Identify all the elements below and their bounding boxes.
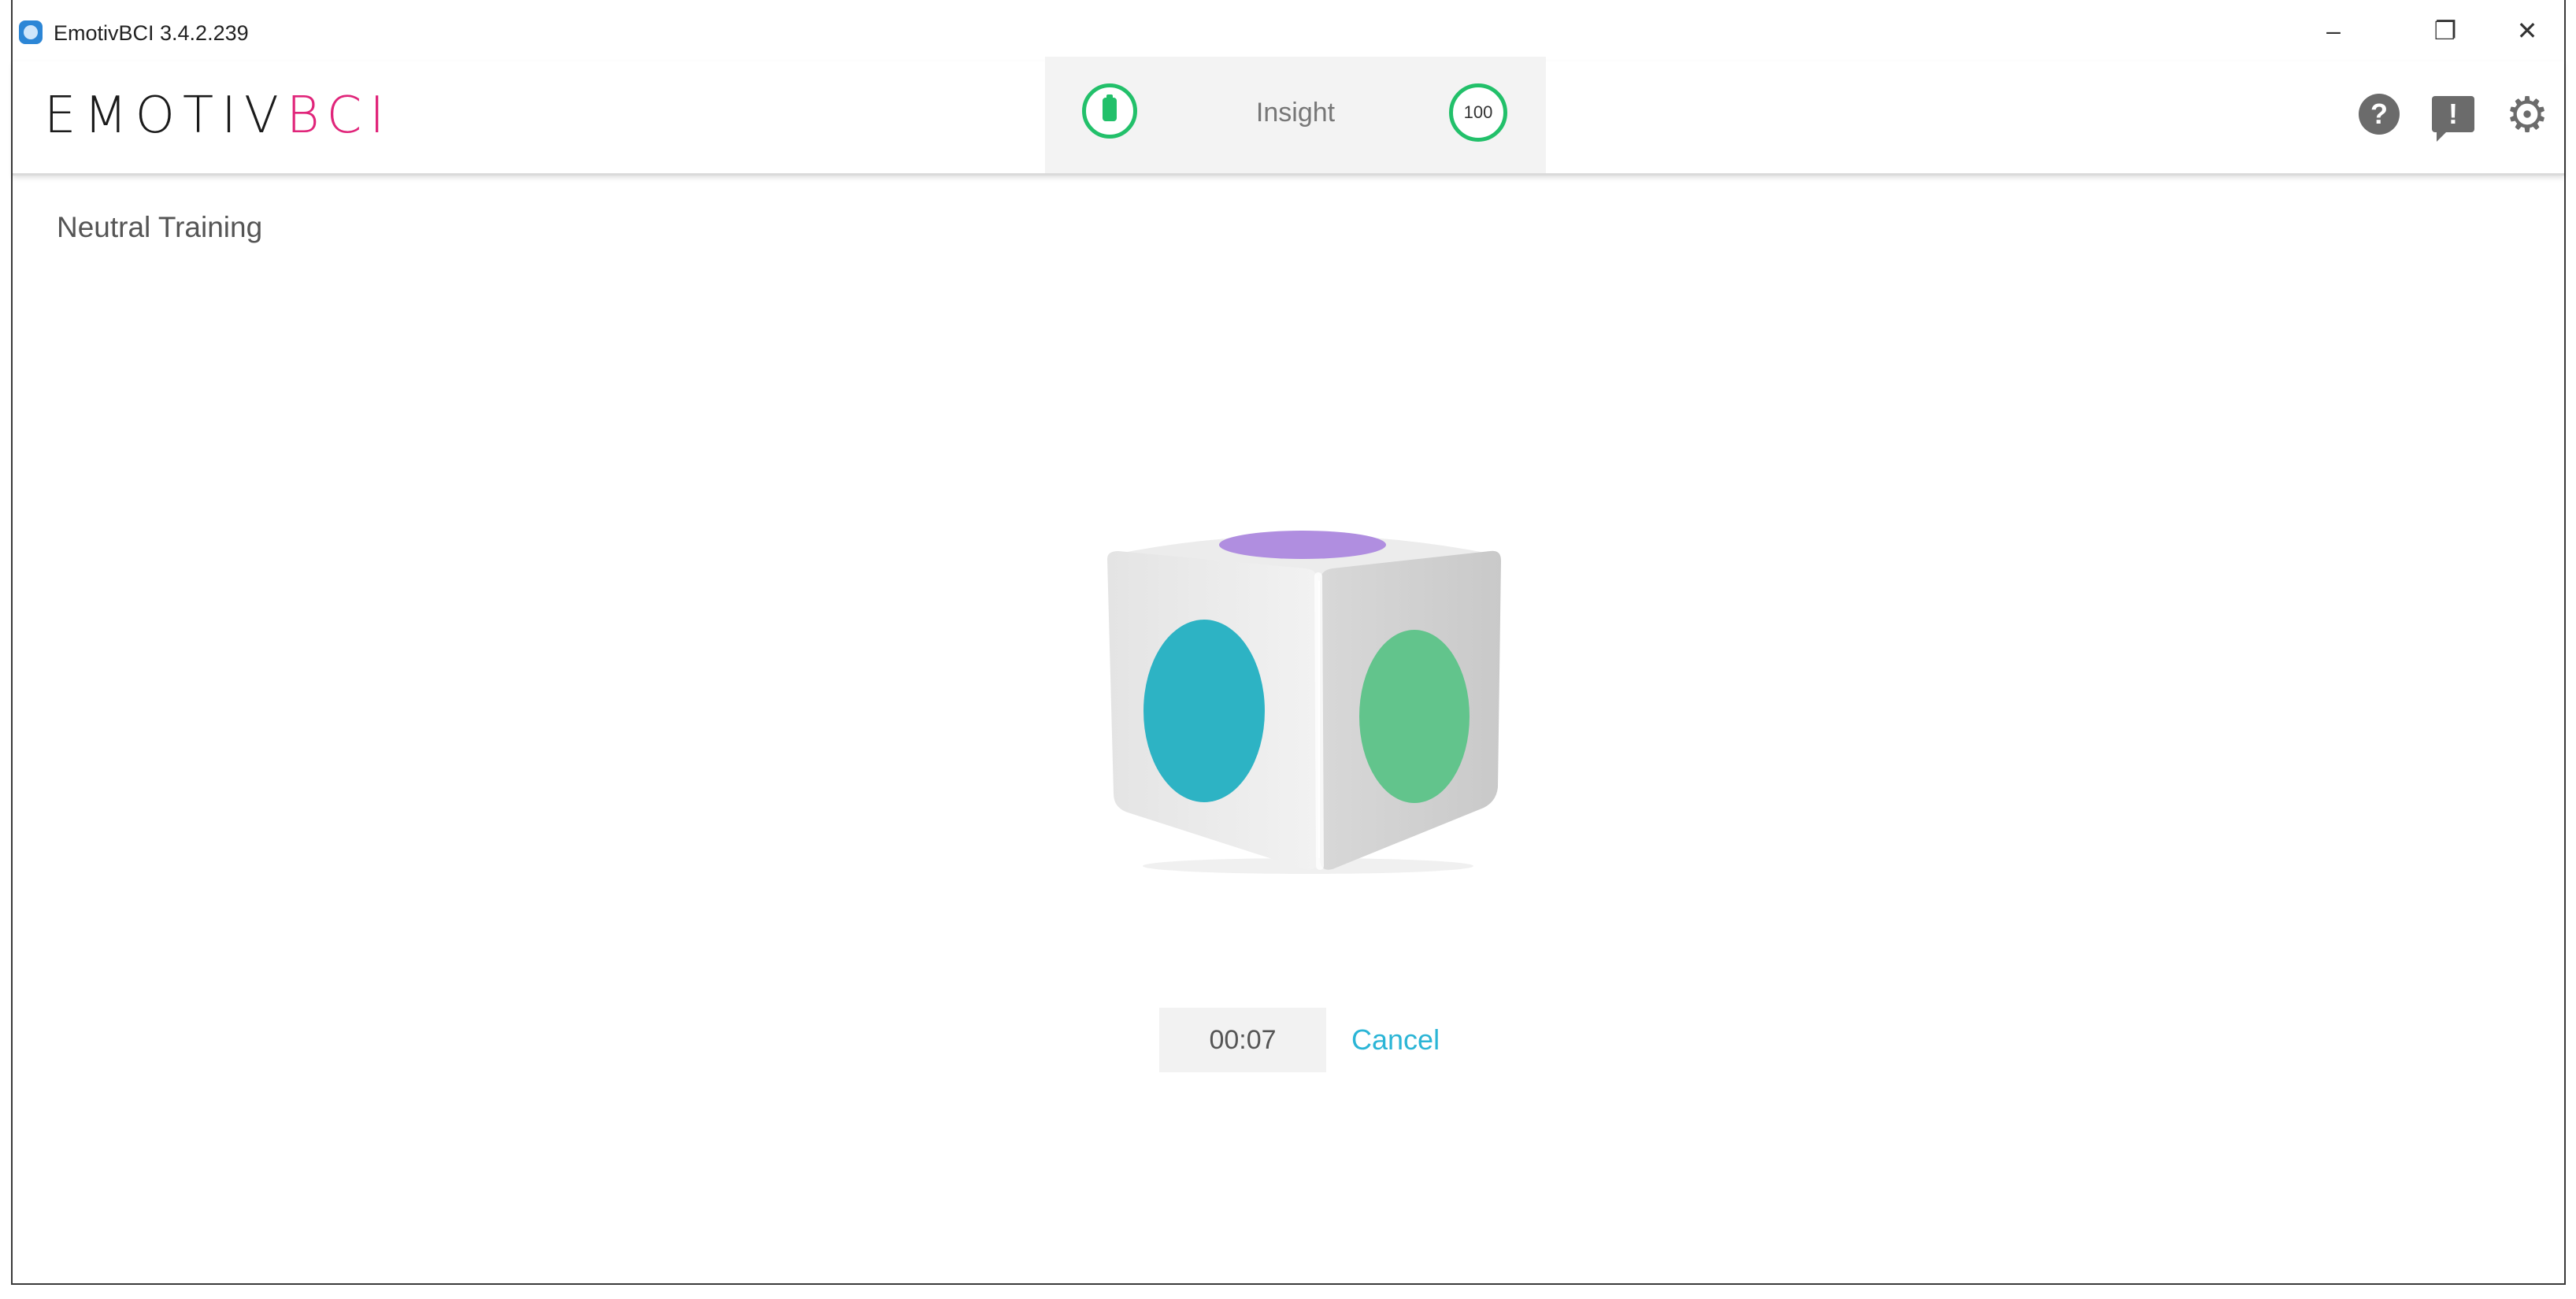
training-cube	[1099, 520, 1509, 882]
header-actions: ? ! ⚙	[2358, 88, 2549, 142]
page-title: Neutral Training	[57, 211, 263, 243]
cube-left-circle	[1143, 620, 1265, 802]
cube-right-circle	[1359, 630, 1470, 803]
device-status-panel[interactable]: Insight 100	[1045, 57, 1546, 173]
contact-quality-value: 100	[1463, 102, 1493, 122]
logo-text-bci: BCI	[286, 87, 393, 145]
contact-quality-icon: 100	[1449, 83, 1507, 142]
close-button[interactable]: ✕	[2500, 11, 2555, 50]
feedback-icon[interactable]: !	[2432, 93, 2474, 142]
window-title: EmotivBCI 3.4.2.239	[54, 21, 249, 45]
settings-icon[interactable]: ⚙	[2505, 88, 2549, 142]
title-bar: EmotivBCI 3.4.2.239 – ❐ ✕	[13, 0, 2564, 61]
logo-text-emotiv: EMOTIV	[44, 87, 287, 145]
restore-button[interactable]: ❐	[2418, 11, 2473, 50]
logo: EMOTIVBCI	[44, 87, 392, 145]
training-timer: 00:07	[1159, 1008, 1326, 1072]
app-window: EmotivBCI 3.4.2.239 – ❐ ✕ EMOTIVBCI Insi…	[11, 0, 2566, 1285]
app-header: EMOTIVBCI Insight 100 ? ! ⚙	[13, 57, 2564, 176]
app-icon	[19, 20, 43, 44]
cancel-button[interactable]: Cancel	[1351, 1023, 1440, 1057]
help-icon[interactable]: ?	[2358, 93, 2400, 135]
cube-top-circle	[1219, 531, 1386, 559]
cube-graphic	[1107, 531, 1501, 874]
minimize-button[interactable]: –	[2306, 11, 2361, 50]
